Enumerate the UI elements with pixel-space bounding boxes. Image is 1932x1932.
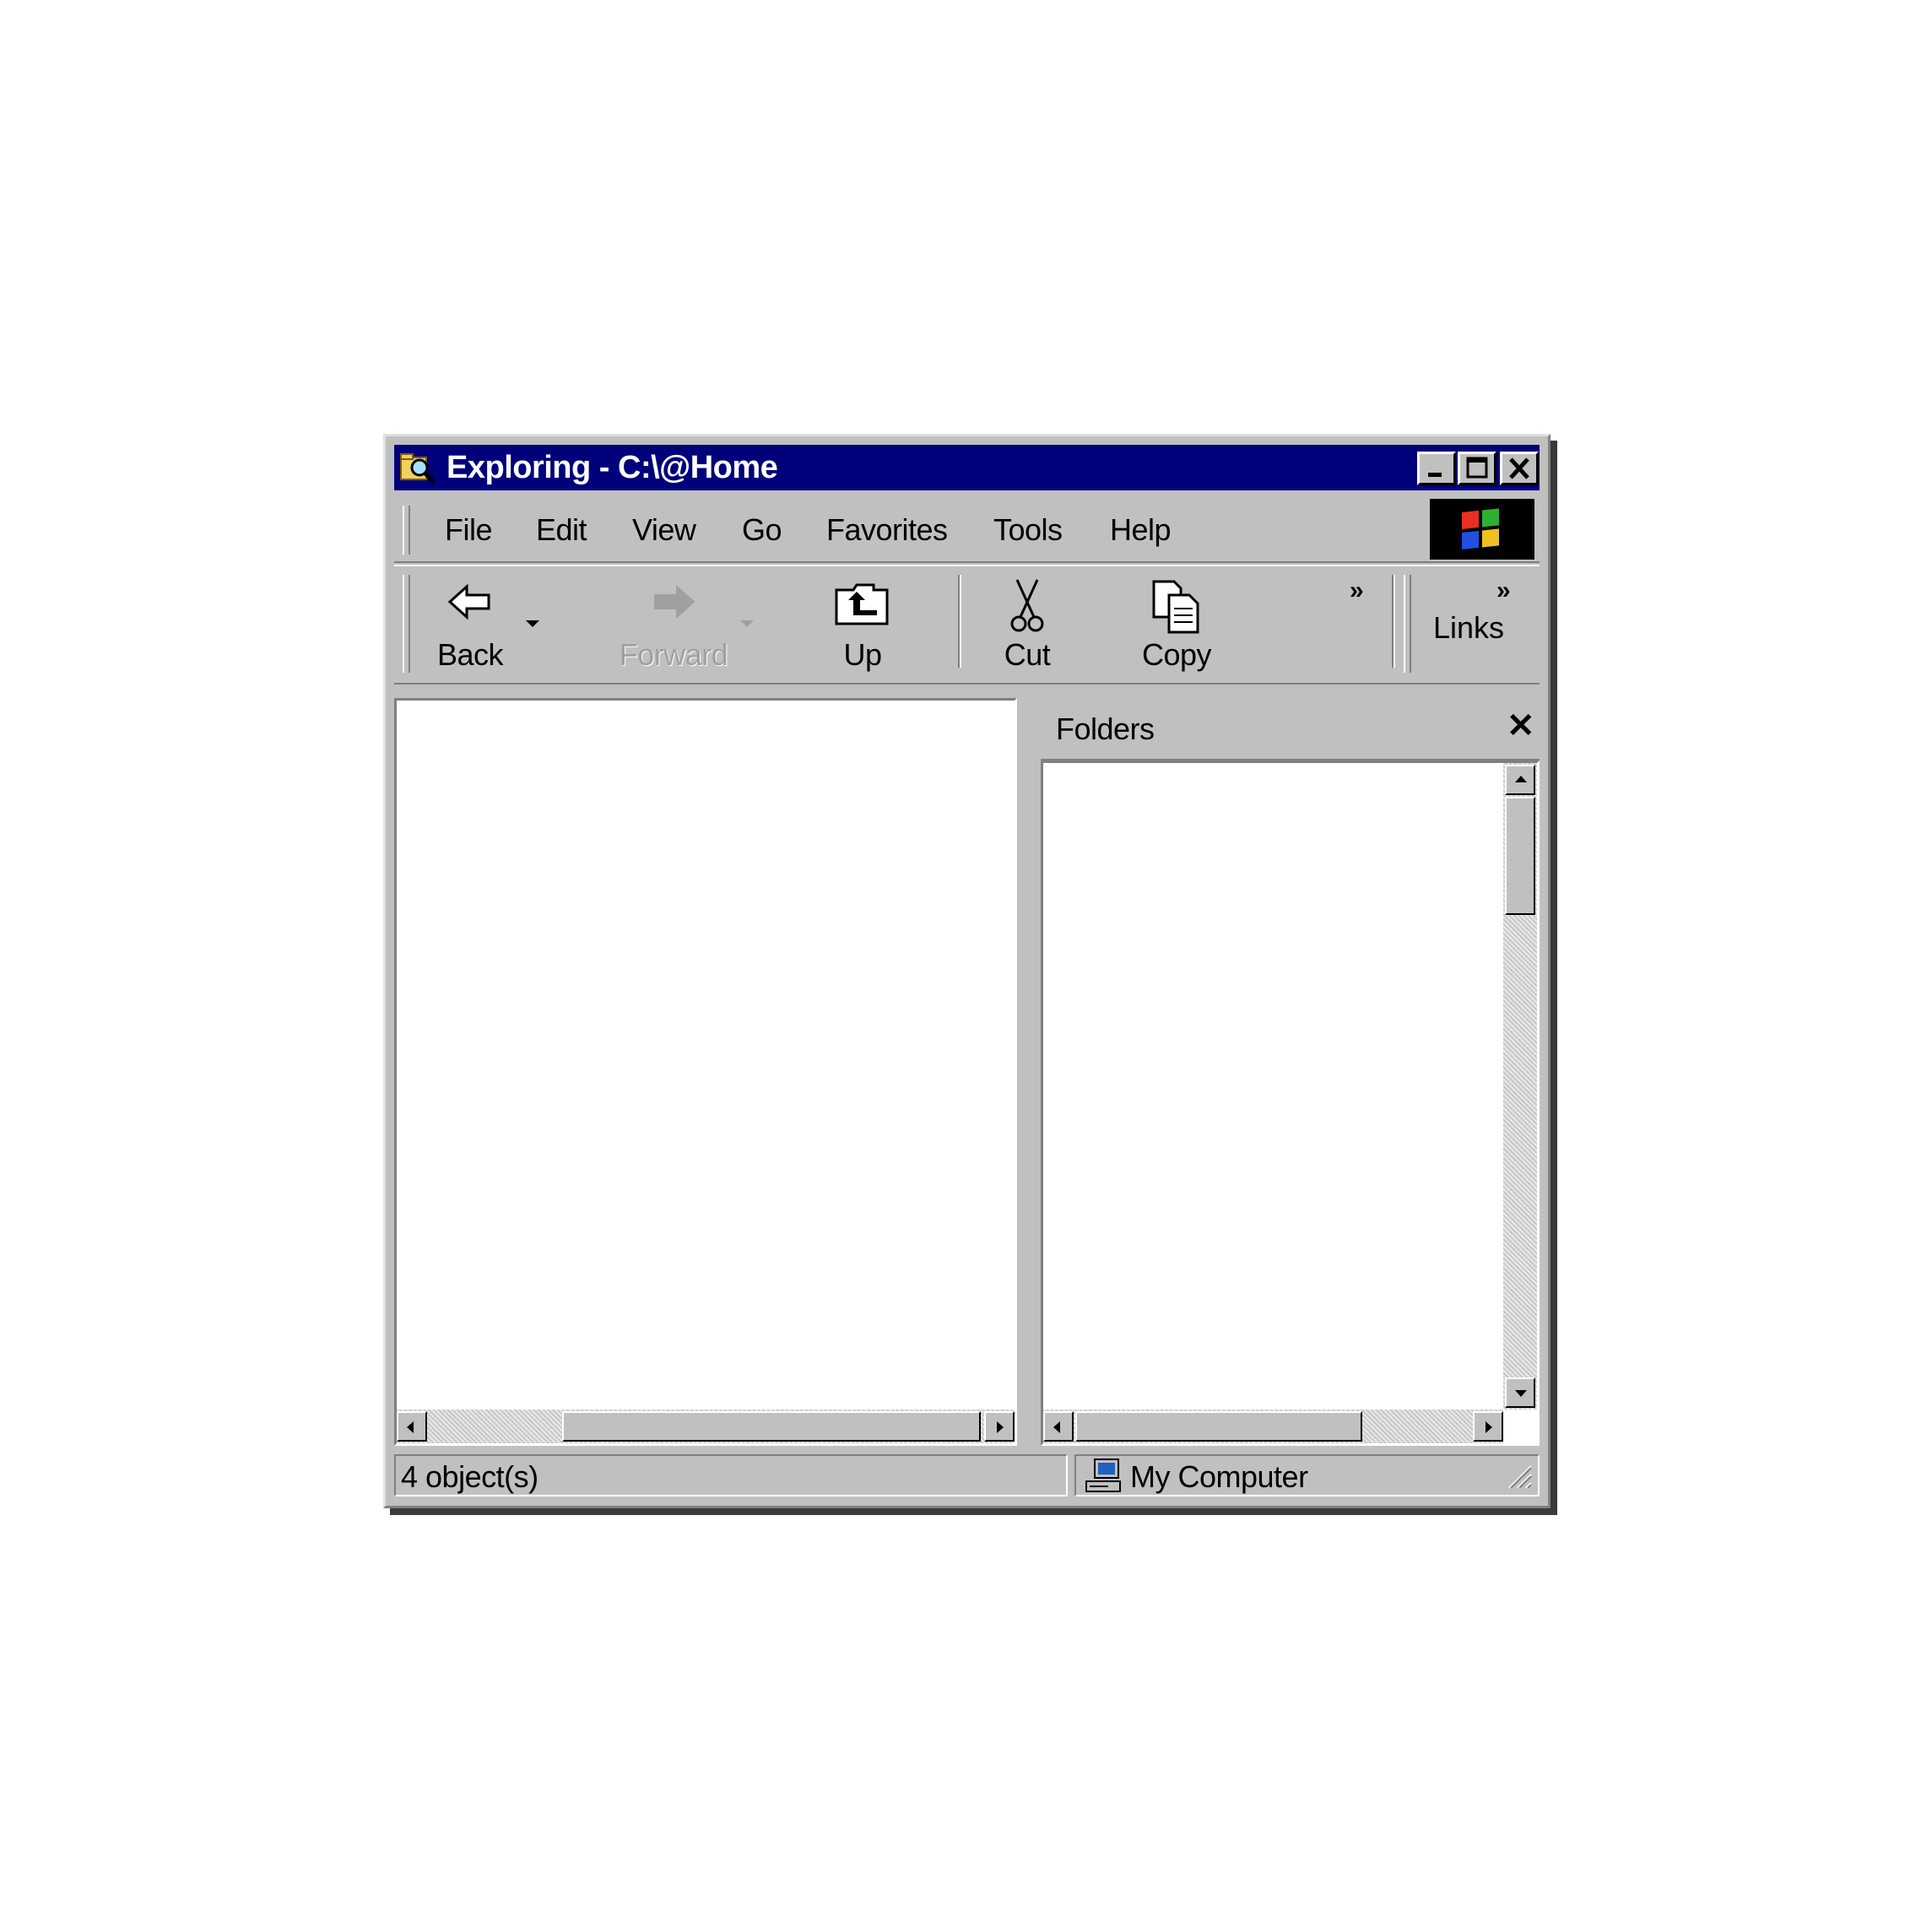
links-label[interactable]: Links: [1433, 610, 1504, 646]
arrow-right-icon: [1486, 1421, 1492, 1433]
forward-label: Forward: [619, 637, 728, 672]
links-more-chevron[interactable]: »: [1496, 576, 1511, 605]
scroll-up-button[interactable]: [1505, 765, 1535, 795]
up-label: Up: [843, 637, 882, 672]
back-dropdown-arrow[interactable]: [526, 620, 539, 627]
status-objects: 4 object(s): [401, 1459, 538, 1494]
back-button[interactable]: Back: [419, 571, 521, 679]
explorer-window: Exploring - C:\@Home File Edit View Go F…: [383, 434, 1550, 1508]
toolbar-grip[interactable]: [403, 575, 410, 673]
scroll-left-button[interactable]: [397, 1411, 427, 1442]
folder-tree-vscrollbar[interactable]: [1503, 763, 1537, 1410]
cut-label: Cut: [1004, 637, 1051, 672]
toolbar-separator: [958, 575, 961, 668]
maximize-button[interactable]: [1458, 452, 1496, 485]
links-grip[interactable]: [1404, 575, 1411, 673]
arrow-right-icon: [997, 1421, 1004, 1433]
menu-help[interactable]: Help: [1110, 512, 1172, 548]
vscroll-thumb[interactable]: [1505, 797, 1535, 915]
up-button[interactable]: Up: [816, 571, 909, 679]
folders-header: Folders ✕: [1041, 698, 1540, 760]
minimize-icon: [1428, 473, 1442, 477]
folders-title: Folders: [1056, 712, 1155, 746]
folders-close-button[interactable]: ✕: [1507, 706, 1535, 745]
menu-bar-grip[interactable]: [403, 506, 410, 555]
status-objects-cell: 4 object(s): [394, 1454, 1068, 1496]
tree-scroll-right-button[interactable]: [1473, 1411, 1503, 1442]
close-icon: [1509, 457, 1529, 479]
resize-grip-icon[interactable]: [1502, 1459, 1533, 1490]
file-list-pane[interactable]: [394, 698, 1017, 1446]
arrow-down-icon: [1515, 1390, 1527, 1397]
menu-view[interactable]: View: [632, 512, 696, 548]
menu-go[interactable]: Go: [742, 512, 782, 548]
folder-up-icon: [835, 583, 889, 625]
forward-button[interactable]: Forward: [610, 571, 737, 679]
scroll-right-button[interactable]: [984, 1411, 1015, 1442]
tree-scroll-left-button[interactable]: [1043, 1411, 1074, 1442]
toolbar-more-chevron[interactable]: »: [1350, 576, 1364, 605]
maximize-icon: [1466, 457, 1488, 479]
copy-icon: [1152, 580, 1199, 634]
windows-logo: [1430, 499, 1534, 560]
back-label: Back: [436, 637, 504, 672]
arrow-left-icon: [1053, 1421, 1060, 1433]
window-title: Exploring - C:\@Home: [446, 450, 778, 485]
scissors-icon: [1010, 579, 1044, 632]
tree-hscroll-thumb[interactable]: [1075, 1411, 1362, 1442]
computer-icon: [1085, 1458, 1121, 1492]
minimize-button[interactable]: [1417, 452, 1456, 485]
explorer-icon: [400, 453, 436, 484]
forward-arrow-icon: [654, 584, 695, 620]
links-separator: [1392, 575, 1395, 668]
hscroll-thumb[interactable]: [562, 1411, 981, 1442]
windows-logo-icon: [1462, 508, 1499, 549]
menu-edit[interactable]: Edit: [536, 512, 587, 548]
menu-tools[interactable]: Tools: [993, 512, 1063, 548]
scroll-down-button[interactable]: [1505, 1377, 1535, 1408]
cut-button[interactable]: Cut: [977, 571, 1078, 679]
status-location: My Computer: [1130, 1459, 1308, 1494]
menu-favorites[interactable]: Favorites: [826, 512, 948, 548]
arrow-up-icon: [1515, 776, 1527, 782]
folder-tree-pane[interactable]: [1041, 760, 1540, 1446]
folder-tree-hscrollbar[interactable]: [1043, 1410, 1503, 1443]
close-button[interactable]: [1500, 452, 1539, 485]
standard-toolbar: Back Forward Up Cut Copy » Links »: [394, 565, 1540, 685]
copy-button[interactable]: Copy: [1122, 571, 1231, 679]
menu-file[interactable]: File: [445, 512, 493, 548]
menu-bar: File Edit View Go Favorites Tools Help: [394, 497, 1540, 563]
forward-dropdown-arrow: [740, 620, 754, 627]
file-list-hscrollbar[interactable]: [397, 1410, 1015, 1443]
pane-splitter[interactable]: [1020, 698, 1041, 1446]
status-location-cell: My Computer: [1074, 1454, 1540, 1496]
arrow-left-icon: [407, 1421, 414, 1433]
status-bar: 4 object(s) My Computer: [394, 1454, 1540, 1496]
copy-label: Copy: [1141, 637, 1212, 672]
back-arrow-icon: [447, 583, 490, 620]
title-bar[interactable]: Exploring - C:\@Home: [394, 445, 1540, 490]
